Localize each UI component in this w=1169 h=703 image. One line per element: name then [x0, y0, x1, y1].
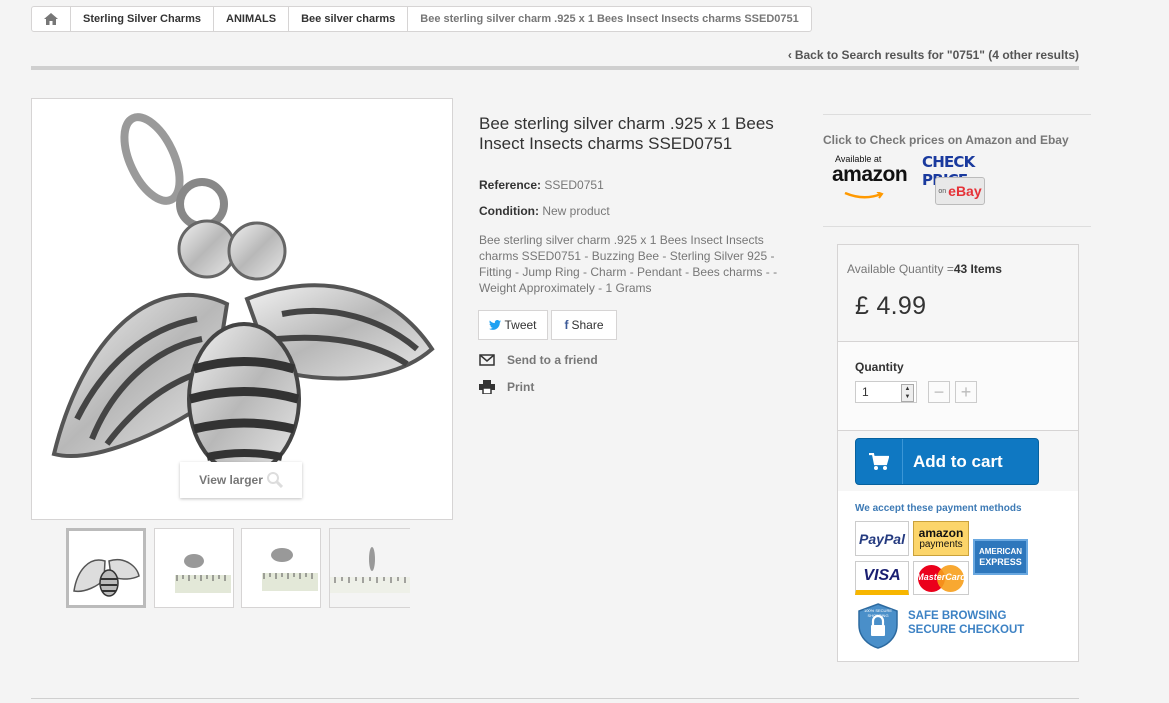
divider — [31, 698, 1079, 699]
divider — [31, 66, 1079, 70]
amazon-payments-top: amazon — [918, 525, 964, 540]
mastercard-logo: MasterCard — [913, 561, 969, 595]
thumbnail[interactable] — [154, 528, 234, 608]
visa-logo: VISA — [855, 561, 909, 595]
facebook-share-button[interactable]: f Share — [551, 310, 617, 340]
breadcrumb-current: Bee sterling silver charm .925 x 1 Bees … — [420, 13, 799, 25]
paypal-logo: PayPal — [855, 521, 909, 556]
thumbnail[interactable] — [241, 528, 321, 608]
quantity-input[interactable]: 1 ▲ ▼ — [855, 381, 917, 403]
quantity-plus-button[interactable]: + — [955, 381, 977, 403]
view-larger-label: View larger — [199, 473, 263, 487]
add-to-cart-label: Add to cart — [913, 451, 1003, 471]
tweet-button[interactable]: Tweet — [478, 310, 548, 340]
partner-heading: Click to Check prices on Amazon and Ebay — [823, 133, 1069, 147]
product-description: Bee sterling silver charm .925 x 1 Bees … — [479, 233, 778, 295]
reference-value: SSED0751 — [544, 178, 604, 192]
home-icon — [44, 13, 58, 25]
envelope-icon — [479, 354, 495, 366]
print-label: Print — [507, 380, 535, 394]
print-link[interactable]: Print — [479, 380, 534, 394]
back-to-search-link[interactable]: ‹ Back to Search results for "0751" (4 o… — [788, 48, 1079, 62]
breadcrumb-item[interactable]: ANIMALS — [214, 7, 290, 31]
breadcrumb-home[interactable] — [32, 7, 71, 31]
breadcrumb-item[interactable]: Bee silver charms — [289, 7, 409, 31]
amazon-logo: amazon — [832, 163, 908, 186]
amex-bottom: EXPRESS — [979, 557, 1022, 567]
breadcrumb: Sterling Silver Charms ANIMALS Bee silve… — [31, 6, 812, 32]
payment-heading: We accept these payment methods — [855, 503, 1022, 514]
quantity-value: 1 — [862, 385, 869, 399]
back-link-label: Back to Search results for "0751" (4 oth… — [794, 48, 1079, 62]
zoom-icon — [266, 472, 283, 488]
amazon-link[interactable]: Available at amazon — [832, 154, 908, 202]
quantity-spinner[interactable]: ▲ ▼ — [901, 384, 914, 402]
thumbnail[interactable] — [329, 528, 410, 608]
spinner-up-icon[interactable]: ▲ — [905, 386, 911, 392]
available-label: Available Quantity = — [847, 262, 954, 276]
thumbnail[interactable] — [66, 528, 146, 608]
twitter-icon — [489, 320, 502, 330]
condition-value: New product — [542, 204, 610, 218]
reference-label: Reference: — [479, 178, 542, 192]
quantity-label: Quantity — [855, 360, 904, 374]
breadcrumb-item[interactable]: Sterling Silver Charms — [71, 7, 214, 31]
bee-charm-image — [51, 113, 435, 476]
available-value: 43 Items — [953, 262, 1002, 276]
tweet-label: Tweet — [504, 318, 537, 332]
divider — [823, 114, 1091, 115]
american-express-logo: AMERICAN EXPRESS — [973, 539, 1028, 575]
reference-row: Reference: SSED0751 — [479, 178, 604, 192]
ebay-on-label: on — [938, 187, 947, 195]
product-image[interactable] — [31, 98, 453, 520]
safe-browsing-line1: SAFE BROWSING — [908, 610, 1007, 622]
cart-icon-wrap — [856, 439, 903, 484]
safe-browsing-badge: 100% SECURE SHOPPING SAFE BROWSING SECUR… — [855, 600, 1027, 652]
thumbnail-ruler-image — [330, 529, 410, 607]
safe-browsing-line2: SECURE CHECKOUT — [908, 624, 1025, 636]
badge-small-text: 100% SECURE SHOPPING — [863, 608, 892, 618]
thumbnail-image — [73, 559, 140, 597]
chevron-left-icon: ‹ — [787, 48, 792, 62]
send-to-friend-link[interactable]: Send to a friend — [479, 353, 598, 367]
divider — [823, 226, 1091, 227]
quantity-minus-button[interactable]: − — [928, 381, 950, 403]
print-icon — [479, 380, 495, 394]
facebook-icon: f — [564, 318, 569, 332]
amazon-payments-logo: amazon payments — [913, 521, 969, 556]
condition-label: Condition: — [479, 204, 539, 218]
view-larger-button[interactable]: View larger — [180, 462, 302, 498]
thumbnail-ruler-image — [262, 548, 318, 591]
spinner-down-icon[interactable]: ▼ — [905, 394, 911, 400]
product-title: Bee sterling silver charm .925 x 1 Bees … — [479, 114, 774, 153]
ebay-button: on eBay — [935, 177, 985, 205]
amazon-smile-icon — [844, 192, 884, 199]
share-label: Share — [571, 318, 604, 332]
amex-top: AMERICAN — [978, 547, 1023, 556]
product-price: £ 4.99 — [855, 292, 927, 320]
mastercard-label: MasterCard — [916, 572, 966, 582]
send-to-friend-label: Send to a friend — [507, 353, 598, 367]
ebay-link[interactable]: CHECK PRICE on eBay — [922, 153, 998, 209]
ebay-logo: eBay — [948, 183, 982, 199]
cart-icon — [869, 452, 889, 470]
amazon-payments-bottom: payments — [919, 538, 963, 550]
add-to-cart-button[interactable]: Add to cart — [855, 438, 1039, 485]
condition-row: Condition: New product — [479, 204, 610, 218]
available-quantity: Available Quantity =43 Items — [847, 262, 1002, 276]
thumbnail-ruler-image — [175, 554, 231, 593]
